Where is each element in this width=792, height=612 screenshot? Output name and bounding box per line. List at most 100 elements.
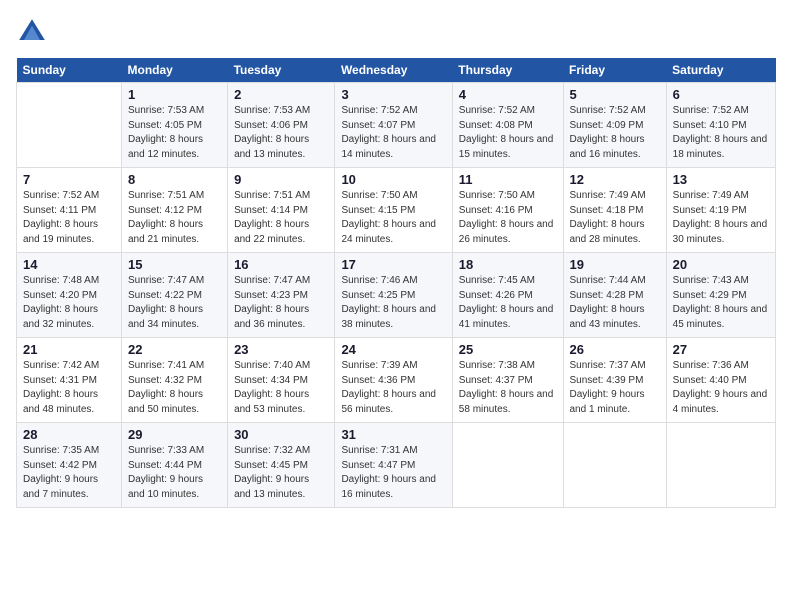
day-info: Sunrise: 7:51 AMSunset: 4:12 PMDaylight:… (128, 189, 221, 247)
weekday-header: Monday (122, 58, 228, 83)
day-info: Sunrise: 7:45 AMSunset: 4:26 PMDaylight:… (459, 274, 557, 332)
day-number: 18 (459, 257, 557, 272)
day-number: 4 (459, 87, 557, 102)
day-info: Sunrise: 7:52 AMSunset: 4:07 PMDaylight:… (341, 104, 445, 162)
day-info: Sunrise: 7:36 AMSunset: 4:40 PMDaylight:… (673, 359, 769, 417)
calendar-cell: 17 Sunrise: 7:46 AMSunset: 4:25 PMDayligh… (335, 253, 452, 338)
day-info: Sunrise: 7:32 AMSunset: 4:45 PMDaylight:… (234, 444, 328, 502)
day-number: 2 (234, 87, 328, 102)
day-info: Sunrise: 7:52 AMSunset: 4:11 PMDaylight:… (23, 189, 115, 247)
day-number: 31 (341, 427, 445, 442)
day-number: 22 (128, 342, 221, 357)
calendar-table: SundayMondayTuesdayWednesdayThursdayFrid… (16, 58, 776, 508)
day-number: 19 (570, 257, 660, 272)
day-info: Sunrise: 7:50 AMSunset: 4:15 PMDaylight:… (341, 189, 445, 247)
logo (16, 16, 52, 48)
day-number: 30 (234, 427, 328, 442)
day-info: Sunrise: 7:49 AMSunset: 4:18 PMDaylight:… (570, 189, 660, 247)
day-info: Sunrise: 7:52 AMSunset: 4:09 PMDaylight:… (570, 104, 660, 162)
day-number: 13 (673, 172, 769, 187)
day-number: 7 (23, 172, 115, 187)
day-info: Sunrise: 7:49 AMSunset: 4:19 PMDaylight:… (673, 189, 769, 247)
day-number: 27 (673, 342, 769, 357)
calendar-cell: 20Sunrise: 7:43 AMSunset: 4:29 PMDayligh… (666, 253, 775, 338)
calendar-cell: 22 Sunrise: 7:41 AMSunset: 4:32 PMDayligh… (122, 338, 228, 423)
calendar-cell: 5 Sunrise: 7:52 AMSunset: 4:09 PMDaylight… (563, 83, 666, 168)
calendar-cell: 14 Sunrise: 7:48 AMSunset: 4:20 PMDayligh… (17, 253, 122, 338)
weekday-header: Wednesday (335, 58, 452, 83)
calendar-cell: 8 Sunrise: 7:51 AMSunset: 4:12 PMDaylight… (122, 168, 228, 253)
weekday-header: Saturday (666, 58, 775, 83)
weekday-header: Tuesday (228, 58, 335, 83)
calendar-cell: 13 Sunrise: 7:49 AMSunset: 4:19 PMDayligh… (666, 168, 775, 253)
day-info: Sunrise: 7:47 AMSunset: 4:22 PMDaylight:… (128, 274, 221, 332)
day-number: 3 (341, 87, 445, 102)
calendar-cell: 18 Sunrise: 7:45 AMSunset: 4:26 PMDayligh… (452, 253, 563, 338)
day-info: Sunrise: 7:39 AMSunset: 4:36 PMDaylight:… (341, 359, 445, 417)
day-number: 17 (341, 257, 445, 272)
calendar-body: 1 Sunrise: 7:53 AMSunset: 4:05 PMDaylight… (17, 83, 776, 508)
calendar-cell (563, 423, 666, 508)
day-number: 21 (23, 342, 115, 357)
weekday-header: Thursday (452, 58, 563, 83)
page-header (16, 16, 776, 48)
calendar-cell: 12 Sunrise: 7:49 AMSunset: 4:18 PMDayligh… (563, 168, 666, 253)
calendar-cell: 30 Sunrise: 7:32 AMSunset: 4:45 PMDayligh… (228, 423, 335, 508)
calendar-cell: 27 Sunrise: 7:36 AMSunset: 4:40 PMDayligh… (666, 338, 775, 423)
calendar-cell: 7 Sunrise: 7:52 AMSunset: 4:11 PMDaylight… (17, 168, 122, 253)
day-info: Sunrise: 7:41 AMSunset: 4:32 PMDaylight:… (128, 359, 221, 417)
day-number: 9 (234, 172, 328, 187)
calendar-cell: 1 Sunrise: 7:53 AMSunset: 4:05 PMDaylight… (122, 83, 228, 168)
day-number: 15 (128, 257, 221, 272)
day-number: 12 (570, 172, 660, 187)
calendar-cell: 16Sunrise: 7:47 AMSunset: 4:23 PMDayligh… (228, 253, 335, 338)
calendar-cell: 15 Sunrise: 7:47 AMSunset: 4:22 PMDayligh… (122, 253, 228, 338)
calendar-week-row: 21 Sunrise: 7:42 AMSunset: 4:31 PMDayligh… (17, 338, 776, 423)
calendar-cell (452, 423, 563, 508)
weekday-row: SundayMondayTuesdayWednesdayThursdayFrid… (17, 58, 776, 83)
day-info: Sunrise: 7:50 AMSunset: 4:16 PMDaylight:… (459, 189, 557, 247)
day-number: 26 (570, 342, 660, 357)
calendar-cell: 19 Sunrise: 7:44 AMSunset: 4:28 PMDayligh… (563, 253, 666, 338)
calendar-cell (17, 83, 122, 168)
day-info: Sunrise: 7:44 AMSunset: 4:28 PMDaylight:… (570, 274, 660, 332)
calendar-week-row: 14 Sunrise: 7:48 AMSunset: 4:20 PMDayligh… (17, 253, 776, 338)
calendar-cell: 21 Sunrise: 7:42 AMSunset: 4:31 PMDayligh… (17, 338, 122, 423)
calendar-cell: 23 Sunrise: 7:40 AMSunset: 4:34 PMDayligh… (228, 338, 335, 423)
day-info: Sunrise: 7:33 AMSunset: 4:44 PMDaylight:… (128, 444, 221, 502)
calendar-cell: 29Sunrise: 7:33 AMSunset: 4:44 PMDayligh… (122, 423, 228, 508)
day-number: 20 (673, 257, 769, 272)
calendar-cell: 3 Sunrise: 7:52 AMSunset: 4:07 PMDaylight… (335, 83, 452, 168)
day-info: Sunrise: 7:53 AMSunset: 4:05 PMDaylight:… (128, 104, 221, 162)
day-info: Sunrise: 7:47 AMSunset: 4:23 PMDaylight:… (234, 274, 328, 332)
calendar-cell: 10 Sunrise: 7:50 AMSunset: 4:15 PMDayligh… (335, 168, 452, 253)
calendar-cell: 31 Sunrise: 7:31 AMSunset: 4:47 PMDayligh… (335, 423, 452, 508)
day-number: 1 (128, 87, 221, 102)
page-container: SundayMondayTuesdayWednesdayThursdayFrid… (0, 0, 792, 516)
day-info: Sunrise: 7:53 AMSunset: 4:06 PMDaylight:… (234, 104, 328, 162)
day-number: 23 (234, 342, 328, 357)
calendar-week-row: 28 Sunrise: 7:35 AMSunset: 4:42 PMDayligh… (17, 423, 776, 508)
calendar-cell (666, 423, 775, 508)
day-number: 8 (128, 172, 221, 187)
day-number: 24 (341, 342, 445, 357)
day-info: Sunrise: 7:35 AMSunset: 4:42 PMDaylight:… (23, 444, 115, 502)
calendar-week-row: 7 Sunrise: 7:52 AMSunset: 4:11 PMDaylight… (17, 168, 776, 253)
day-info: Sunrise: 7:52 AMSunset: 4:08 PMDaylight:… (459, 104, 557, 162)
calendar-week-row: 1 Sunrise: 7:53 AMSunset: 4:05 PMDaylight… (17, 83, 776, 168)
calendar-cell: 4 Sunrise: 7:52 AMSunset: 4:08 PMDaylight… (452, 83, 563, 168)
day-number: 14 (23, 257, 115, 272)
day-number: 6 (673, 87, 769, 102)
calendar-cell: 28 Sunrise: 7:35 AMSunset: 4:42 PMDayligh… (17, 423, 122, 508)
day-number: 10 (341, 172, 445, 187)
day-info: Sunrise: 7:31 AMSunset: 4:47 PMDaylight:… (341, 444, 445, 502)
day-info: Sunrise: 7:52 AMSunset: 4:10 PMDaylight:… (673, 104, 769, 162)
calendar-cell: 9Sunrise: 7:51 AMSunset: 4:14 PMDaylight… (228, 168, 335, 253)
day-number: 28 (23, 427, 115, 442)
day-info: Sunrise: 7:46 AMSunset: 4:25 PMDaylight:… (341, 274, 445, 332)
day-info: Sunrise: 7:38 AMSunset: 4:37 PMDaylight:… (459, 359, 557, 417)
day-info: Sunrise: 7:48 AMSunset: 4:20 PMDaylight:… (23, 274, 115, 332)
day-info: Sunrise: 7:42 AMSunset: 4:31 PMDaylight:… (23, 359, 115, 417)
day-number: 5 (570, 87, 660, 102)
day-info: Sunrise: 7:40 AMSunset: 4:34 PMDaylight:… (234, 359, 328, 417)
